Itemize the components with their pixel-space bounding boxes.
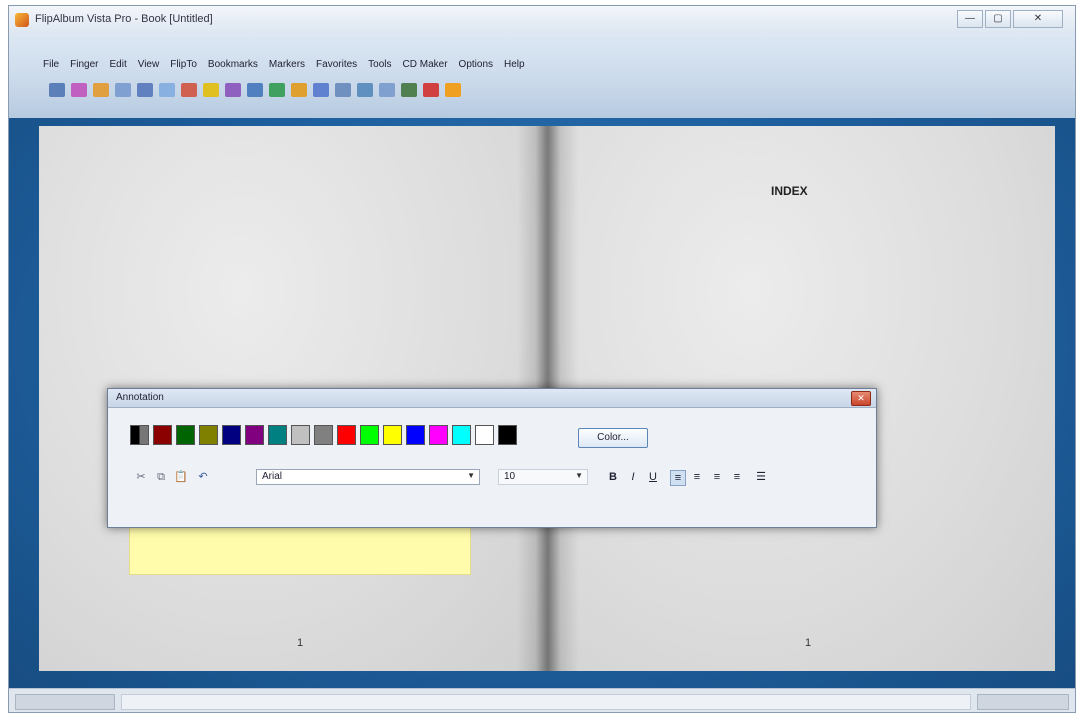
star-icon[interactable] [445, 83, 461, 97]
menu-flipto[interactable]: FlipTo [170, 59, 197, 70]
album-icon[interactable] [93, 83, 109, 97]
format-toolbar: ✂ ⧉ 📋 ↶ Arial ▼ 10 ▼ B I U ≡ ≡ ≡ ≡ ☰ [134, 467, 864, 489]
arrow-right-icon[interactable] [137, 83, 153, 97]
color-button[interactable]: Color... [578, 428, 648, 448]
menu-cd-maker[interactable]: CD Maker [403, 59, 448, 70]
color-swatch[interactable] [314, 425, 333, 445]
right-page-number: 1 [805, 637, 812, 649]
annotation-title-bar[interactable]: Annotation ✕ [108, 389, 876, 408]
color-swatch[interactable] [130, 425, 149, 445]
cut-icon[interactable]: ✂ [134, 470, 148, 484]
color-swatch[interactable] [498, 425, 517, 445]
menu-help[interactable]: Help [504, 59, 525, 70]
scroll-left-thumb[interactable] [15, 694, 115, 710]
menu-edit[interactable]: Edit [109, 59, 126, 70]
font-size-select[interactable]: 10 ▼ [498, 469, 588, 485]
pen-icon[interactable] [423, 83, 439, 97]
menu-markers[interactable]: Markers [269, 59, 305, 70]
chevron-down-icon: ▼ [575, 471, 583, 480]
color-swatch[interactable] [245, 425, 264, 445]
layout-icon[interactable] [335, 83, 351, 97]
book-stage: INDEX 1 1 Annotation ✕ Color... ✂ ⧉ 📋 ↶ … [9, 118, 1075, 688]
scroll-right-thumb[interactable] [977, 694, 1069, 710]
undo-icon[interactable]: ↶ [196, 470, 210, 484]
index-heading: INDEX [771, 184, 808, 198]
chevron-down-icon: ▼ [467, 471, 475, 480]
annotation-dialog: Annotation ✕ Color... ✂ ⧉ 📋 ↶ Arial ▼ 10… [107, 388, 877, 528]
menu-toolbar-area: File Finger Edit View FlipTo Bookmarks Markers… [9, 34, 1075, 130]
book-icon[interactable] [49, 83, 65, 97]
underline-icon[interactable]: U [646, 470, 660, 484]
brush-icon[interactable] [225, 83, 241, 97]
monitor-icon[interactable] [401, 83, 417, 97]
info-icon[interactable] [313, 83, 329, 97]
menu-finger[interactable]: Finger [70, 59, 98, 70]
copy-icon[interactable]: ⧉ [154, 470, 168, 484]
color-swatch[interactable] [475, 425, 494, 445]
photo-icon[interactable] [181, 83, 197, 97]
close-button[interactable]: ✕ [1013, 10, 1063, 28]
maximize-button[interactable]: ▢ [985, 10, 1011, 28]
annotation-title: Annotation [116, 392, 164, 403]
tree-icon[interactable] [269, 83, 285, 97]
crop-icon[interactable] [379, 83, 395, 97]
tag-icon[interactable] [71, 83, 87, 97]
annotation-close-button[interactable]: ✕ [851, 391, 871, 406]
bullets-icon[interactable]: ☰ [754, 470, 768, 484]
app-window: FlipAlbum Vista Pro - Book [Untitled] — … [8, 5, 1076, 713]
status-bar [9, 688, 1075, 712]
color-palette [130, 425, 517, 445]
color-swatch[interactable] [222, 425, 241, 445]
minimize-button[interactable]: — [957, 10, 983, 28]
menu-view[interactable]: View [138, 59, 160, 70]
eye-icon[interactable] [203, 83, 219, 97]
horizontal-scrollbar[interactable] [121, 694, 971, 710]
color-swatch[interactable] [337, 425, 356, 445]
bold-icon[interactable]: B [606, 470, 620, 484]
menu-bookmarks[interactable]: Bookmarks [208, 59, 258, 70]
frame-icon[interactable] [291, 83, 307, 97]
color-swatch[interactable] [383, 425, 402, 445]
italic-icon[interactable]: I [626, 470, 640, 484]
menu-file[interactable]: File [43, 59, 59, 70]
title-bar: FlipAlbum Vista Pro - Book [Untitled] — … [9, 6, 1075, 35]
color-swatch[interactable] [452, 425, 471, 445]
chart-icon[interactable] [357, 83, 373, 97]
align-left-icon[interactable]: ≡ [670, 470, 686, 486]
menu-favorites[interactable]: Favorites [316, 59, 357, 70]
menu-tools[interactable]: Tools [368, 59, 391, 70]
paste-icon[interactable]: 📋 [174, 470, 188, 484]
color-swatch[interactable] [199, 425, 218, 445]
justify-icon[interactable]: ≡ [730, 470, 744, 484]
font-select-value: Arial [262, 471, 283, 482]
menu-bar: File Finger Edit View FlipTo Bookmarks Markers… [43, 59, 525, 70]
align-right-icon[interactable]: ≡ [710, 470, 724, 484]
color-swatch[interactable] [360, 425, 379, 445]
color-swatch[interactable] [291, 425, 310, 445]
align-center-icon[interactable]: ≡ [690, 470, 704, 484]
color-swatch[interactable] [153, 425, 172, 445]
menu-options[interactable]: Options [459, 59, 493, 70]
color-swatch[interactable] [429, 425, 448, 445]
toolbar [49, 83, 461, 97]
app-icon [15, 13, 29, 27]
window-title: FlipAlbum Vista Pro - Book [Untitled] [35, 13, 213, 25]
color-swatch[interactable] [268, 425, 287, 445]
font-size-value: 10 [504, 471, 516, 482]
pages-icon[interactable] [159, 83, 175, 97]
cursor-icon[interactable] [247, 83, 263, 97]
arrow-left-icon[interactable] [115, 83, 131, 97]
sticky-note[interactable] [129, 523, 471, 575]
color-swatch[interactable] [406, 425, 425, 445]
left-page-number: 1 [297, 637, 304, 649]
color-swatch[interactable] [176, 425, 195, 445]
font-select[interactable]: Arial ▼ [256, 469, 480, 485]
